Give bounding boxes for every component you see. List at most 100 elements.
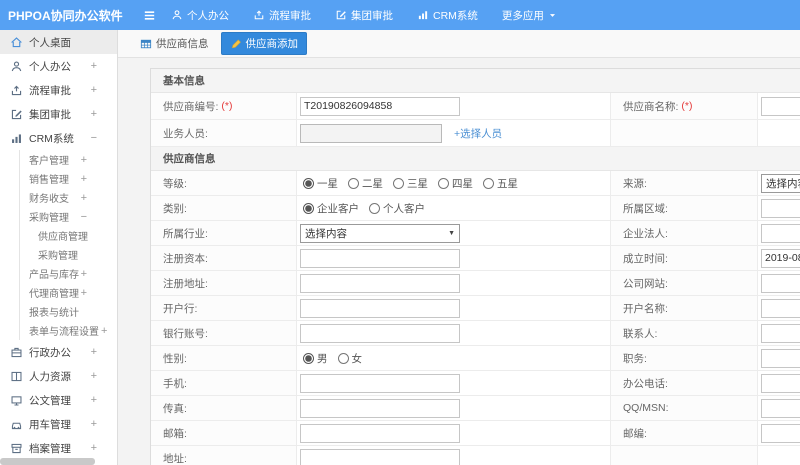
registered-address-input[interactable] [300,273,460,293]
topnav-personal-office[interactable]: 个人办公 [171,8,229,23]
field-cell [297,93,611,119]
form-row: 手机: 办公电话: [151,371,800,396]
level-option-4[interactable]: 五星 [483,176,518,191]
email-input[interactable] [300,423,460,443]
sidebar-item-crm-system[interactable]: CRM系统 − [0,126,117,150]
topnav-crm-system[interactable]: CRM系统 [417,8,478,23]
sidebar-item-human-resources[interactable]: 人力资源 + [0,364,117,388]
source-select[interactable]: 选择内容▼ [761,173,800,193]
sidebar-item-document-mgmt[interactable]: 公文管理 + [0,388,117,412]
founded-date-input[interactable] [761,248,800,268]
sidebar-item-product-inventory[interactable]: 产品与库存 + [0,264,117,283]
label-cell: 邮编: [611,421,758,445]
postcode-input[interactable] [761,423,800,443]
sidebar-item-admin-office[interactable]: 行政办公 + [0,340,117,364]
office-phone-input[interactable] [761,373,800,393]
sidebar-item-finance-inout[interactable]: 财务收支 + [0,188,117,207]
menu-toggle-icon[interactable] [142,8,157,23]
category-radio-0[interactable] [303,202,314,214]
topnav-more-apps[interactable]: 更多应用 [502,8,557,23]
field-cell [758,221,800,245]
sidebar-item-sales-mgmt[interactable]: 销售管理 + [0,169,117,188]
category-option-1[interactable]: 个人客户 [369,201,425,216]
label-cell: 手机: [151,371,297,395]
level-option-2[interactable]: 三星 [393,176,428,191]
category-radio-1[interactable] [369,202,380,214]
expander-icon: − [80,210,87,223]
choose-person-link[interactable]: +选择人员 [454,126,502,141]
sidebar-item-agent-mgmt[interactable]: 代理商管理 + [0,283,117,302]
level-radio-1[interactable] [348,177,359,189]
contact-input[interactable] [761,323,800,343]
sidebar-item-purchase-mgmt-sub[interactable]: 采购管理 [0,245,117,264]
level-radio-0[interactable] [303,177,314,189]
registered-capital-input[interactable] [300,248,460,268]
horizontal-scrollbar-thumb[interactable] [0,458,95,465]
job-title-input[interactable] [761,348,800,368]
gender-option-0[interactable]: 男 [303,351,328,366]
sidebar-item-vehicle-mgmt[interactable]: 用车管理 + [0,412,117,436]
sidebar-item-label: 采购管理 [38,251,78,262]
expander-icon: + [90,442,97,454]
gender-radio-1[interactable] [337,352,349,364]
industry-select[interactable]: 选择内容 ▼ [300,223,460,243]
form-section: 供应商信息等级:一星二星三星四星五星来源:选择内容▼类别:企业客户个人客户所属区… [151,147,800,465]
sidebar-item-label: 客户管理 [29,156,69,167]
supplier-name-input[interactable] [761,96,800,116]
sidebar-item-purchase-mgmt[interactable]: 采购管理 − [0,207,117,226]
field-label: 注册资本: [163,252,208,265]
bank-account-input[interactable] [300,323,460,343]
mobile-input[interactable] [300,373,460,393]
sidebar-item-archive-mgmt[interactable]: 档案管理 + [0,436,117,460]
business-person-input[interactable] [300,123,442,143]
bank-input[interactable] [300,298,460,318]
supplier-code-input[interactable] [300,96,460,116]
tab-supplier-add[interactable]: 供应商添加 [220,32,307,55]
field-cell [758,120,800,146]
sidebar-item-customer-mgmt[interactable]: 客户管理 + [0,150,117,169]
category-option-0[interactable]: 企业客户 [303,201,359,216]
topnav-group-approval[interactable]: 集团审批 [335,8,393,23]
gender-option-1[interactable]: 女 [337,351,362,366]
level-radio-3[interactable] [438,177,449,189]
gender-radio-0[interactable] [303,352,314,364]
form-row: 注册地址: 公司网站: [151,271,800,296]
level-option-1[interactable]: 二星 [348,176,383,191]
sidebar-item-workflow-approval[interactable]: 流程审批 + [0,78,117,102]
expander-icon: + [80,191,87,204]
legal-person-input[interactable] [761,223,800,243]
topnav-label: 更多应用 [501,9,544,22]
field-cell [758,446,800,465]
sidebar-item-group-approval[interactable]: 集团审批 + [0,102,117,126]
field-label: 供应商名称: [623,100,679,113]
level-radio-4[interactable] [483,177,494,189]
sidebar-item-supplier-mgmt[interactable]: 供应商管理 [0,226,117,245]
qq-msn-input[interactable] [761,398,800,418]
level-option-0[interactable]: 一星 [303,176,338,191]
sidebar-item-label: 财务收支 [29,194,69,205]
sidebar-item-personal-office[interactable]: 个人办公 + [0,54,117,78]
sidebar-item-personal-desktop[interactable]: 个人桌面 [0,30,117,54]
topnav-workflow-approval[interactable]: 流程审批 [253,8,311,23]
tab-supplier-info[interactable]: 供应商信息 [132,32,217,55]
address-input[interactable] [300,448,460,465]
level-option-3[interactable]: 四星 [438,176,473,191]
sidebar-item-label: 代理商管理 [29,289,79,300]
region-input[interactable] [761,198,800,218]
label-cell: 职务: [611,346,758,370]
field-label: 办公电话: [623,377,668,390]
expander-icon: + [80,172,87,185]
level-radio-2[interactable] [393,177,404,189]
fax-input[interactable] [300,398,460,418]
sidebar-item-form-flow-settings[interactable]: 表单与流程设置 + [0,321,117,340]
sidebar-item-reports-stats[interactable]: 报表与统计 [0,302,117,321]
label-cell: 等级: [151,171,297,195]
label-cell: 类别: [151,196,297,220]
account-name-input[interactable] [761,298,800,318]
website-input[interactable] [761,273,800,293]
field-cell [758,396,800,420]
car-icon [10,418,23,431]
label-cell: 所属区域: [611,196,758,220]
field-label: 开户行: [163,302,198,315]
sidebar-item-label: CRM系统 [29,132,74,145]
